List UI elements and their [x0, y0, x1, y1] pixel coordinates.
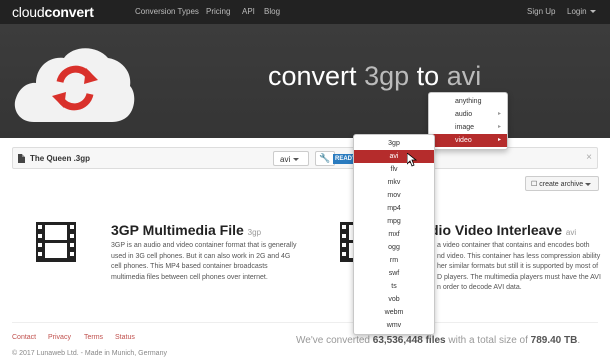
- stats-suffix: .: [577, 335, 581, 346]
- mouse-cursor-icon: [407, 153, 417, 167]
- nav-api[interactable]: API: [242, 7, 255, 16]
- format-item[interactable]: flv: [354, 163, 434, 176]
- footer-status-link[interactable]: Status: [115, 334, 135, 341]
- chevron-down-icon: [585, 182, 592, 186]
- format-item[interactable]: vob: [354, 293, 434, 306]
- hero-from-format[interactable]: 3gp: [364, 61, 409, 91]
- format-item[interactable]: mkv: [354, 176, 434, 189]
- chevron-right-icon: ▸: [497, 124, 501, 130]
- create-archive-label: create archive: [539, 181, 584, 188]
- chevron-down-icon: [589, 10, 596, 14]
- source-format-title: 3GP Multimedia File 3gp: [111, 222, 261, 238]
- chevron-right-icon: ▸: [497, 137, 501, 143]
- source-format-name: 3GP Multimedia File: [111, 222, 244, 238]
- target-format-select[interactable]: avi: [273, 151, 309, 166]
- footer-privacy-link[interactable]: Privacy: [48, 334, 71, 341]
- format-item[interactable]: mxf: [354, 228, 434, 241]
- desc-line: n order to decode AVI data.: [437, 284, 522, 292]
- logo[interactable]: cloudconvert: [12, 4, 94, 20]
- total-size: 789.40 TB: [530, 335, 578, 346]
- format-item[interactable]: ogg: [354, 241, 434, 254]
- cloud-convert-icon: [14, 48, 135, 122]
- nav-login[interactable]: Login: [567, 7, 596, 16]
- status-badge: READY: [333, 154, 355, 164]
- hero-title: convert 3gp to avi: [268, 61, 481, 92]
- logo-bold-text: convert: [44, 4, 94, 20]
- stats-prefix: We've converted: [296, 335, 370, 346]
- target-format-name: dio Video Interleave: [430, 222, 563, 238]
- chevron-right-icon: ▸: [497, 111, 501, 117]
- category-label: anything: [455, 98, 482, 105]
- desc-line: cell phones. This MP4 based container br…: [111, 263, 268, 271]
- target-format-ext: avi: [565, 228, 577, 237]
- nav-conversion-types[interactable]: Conversion Types: [135, 7, 199, 16]
- close-icon[interactable]: ×: [586, 152, 592, 163]
- footer-divider: [12, 322, 598, 323]
- wrench-icon: 🔧: [319, 153, 331, 163]
- hero-prefix: convert: [268, 61, 357, 91]
- format-item[interactable]: webm: [354, 306, 434, 319]
- category-item-video[interactable]: video ▸: [429, 134, 507, 147]
- format-item[interactable]: swf: [354, 267, 434, 280]
- conversion-stats: We've converted 63,536,448 files with a …: [296, 335, 580, 346]
- format-item[interactable]: mpg: [354, 215, 434, 228]
- category-label: audio: [455, 111, 473, 118]
- category-label: video: [455, 137, 472, 144]
- desc-line: a video container that contains and enco…: [437, 242, 590, 249]
- copyright: © 2017 Lunaweb Ltd. - Made in Munich, Ge…: [12, 350, 167, 357]
- category-item-audio[interactable]: audio ▸: [429, 108, 507, 121]
- nav-sign-up[interactable]: Sign Up: [527, 7, 555, 16]
- nav-login-label: Login: [567, 7, 587, 16]
- category-menu: anything audio ▸ image ▸ video ▸: [428, 92, 508, 150]
- stats-middle: with a total size of: [448, 335, 528, 346]
- file-name: The Queen .3gp: [30, 154, 91, 163]
- top-navbar: cloudconvert Conversion Types Pricing AP…: [0, 0, 610, 24]
- desc-line: D players. The multimedia players must h…: [437, 273, 601, 281]
- nav-pricing[interactable]: Pricing: [206, 7, 230, 16]
- hero-to-format[interactable]: avi: [447, 61, 482, 91]
- footer-terms-link[interactable]: Terms: [84, 334, 103, 341]
- format-item[interactable]: rm: [354, 254, 434, 267]
- desc-line: her similar formats but still it is supp…: [437, 263, 599, 271]
- format-item[interactable]: mov: [354, 189, 434, 202]
- source-format-ext: 3gp: [247, 228, 262, 237]
- desc-line: used in 3G cell phones. But it can also …: [111, 252, 291, 260]
- source-format-description: 3GP is an audio and video container form…: [111, 241, 341, 283]
- chevron-down-icon: [293, 158, 300, 162]
- target-format-title: dio Video Interleave avi: [430, 222, 576, 238]
- desc-line: nd video. This container has less compre…: [437, 252, 601, 260]
- format-item-selected[interactable]: avi: [354, 150, 434, 163]
- archive-icon: ☐: [531, 181, 538, 188]
- hero-banner: convert 3gp to avi: [0, 24, 610, 138]
- logo-light-text: cloud: [12, 4, 45, 20]
- create-archive-button[interactable]: ☐ create archive: [525, 176, 599, 191]
- file-icon: [18, 154, 25, 163]
- target-format-value: avi: [280, 155, 291, 164]
- desc-line: multimedia files between cell phones ove…: [111, 273, 268, 281]
- film-icon: [36, 222, 76, 262]
- target-format-description: a video container that contains and enco…: [437, 241, 602, 294]
- file-row: The Queen .3gp avi 🔧 READY ×: [12, 147, 598, 169]
- nav-blog[interactable]: Blog: [264, 7, 280, 16]
- category-label: image: [455, 124, 475, 131]
- files-count: 63,536,448 files: [372, 335, 446, 346]
- format-item[interactable]: mp4: [354, 202, 434, 215]
- hero-to-word: to: [416, 61, 440, 91]
- category-item-anything[interactable]: anything: [429, 95, 507, 108]
- settings-wrench-button[interactable]: 🔧: [315, 151, 335, 166]
- format-item[interactable]: wmv: [354, 319, 434, 332]
- desc-line: 3GP is an audio and video container form…: [111, 242, 297, 249]
- format-menu: 3gp avi flv mkv mov mp4 mpg mxf ogg rm s…: [353, 134, 435, 335]
- format-item[interactable]: 3gp: [354, 137, 434, 150]
- footer-contact-link[interactable]: Contact: [12, 334, 36, 341]
- format-item[interactable]: ts: [354, 280, 434, 293]
- category-item-image[interactable]: image ▸: [429, 121, 507, 134]
